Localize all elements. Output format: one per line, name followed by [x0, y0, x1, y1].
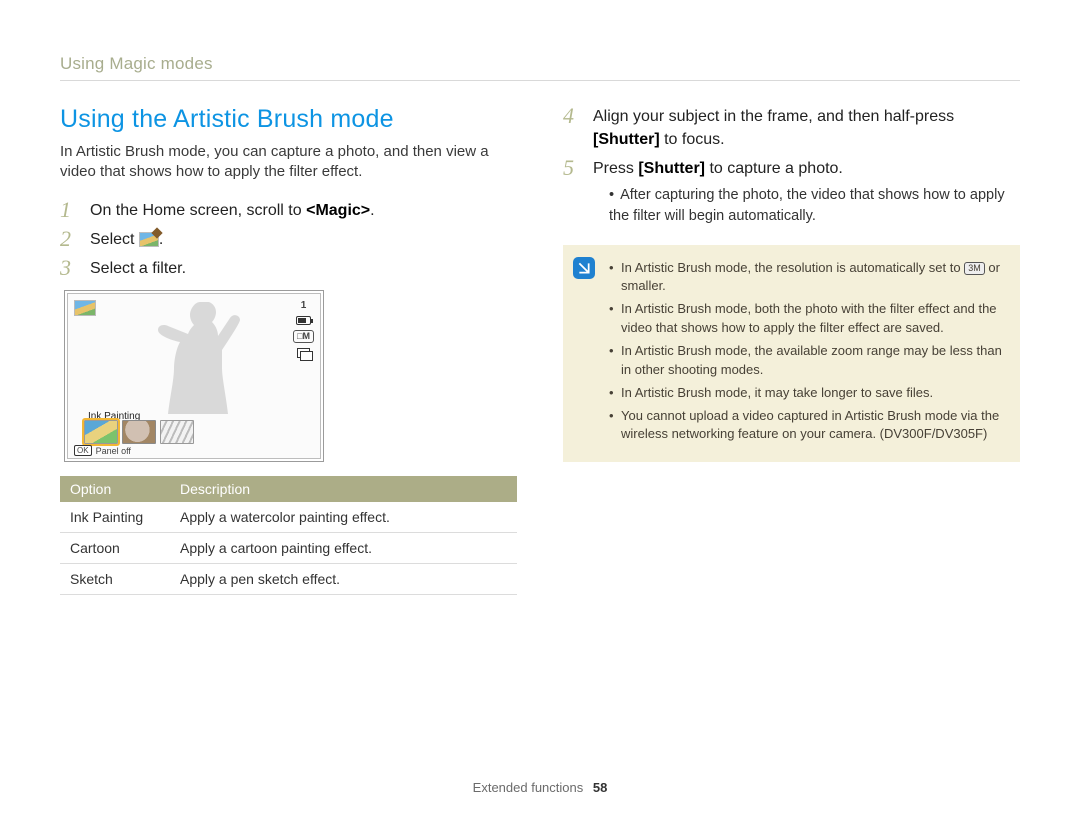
step-number: 2: [60, 228, 80, 250]
step-text: Select a filter.: [90, 257, 517, 280]
resolution-pill-icon: 3M: [964, 262, 985, 275]
text: Press: [593, 160, 638, 177]
resolution-pill-icon: □M: [293, 330, 314, 343]
th-option: Option: [60, 476, 170, 502]
step-number: 1: [60, 199, 80, 221]
step-4: 4 Align your subject in the frame, and t…: [563, 105, 1020, 151]
table-row: Sketch Apply a pen sketch effect.: [60, 564, 517, 595]
thumb-sketch[interactable]: [160, 420, 194, 444]
left-column: Using the Artistic Brush mode In Artisti…: [60, 105, 517, 595]
text: to capture a photo.: [705, 160, 843, 177]
section-title: Using the Artistic Brush mode: [60, 105, 517, 134]
ok-button-icon: OK: [74, 445, 92, 456]
step-5: 5 Press [Shutter] to capture a photo. •A…: [563, 157, 1020, 226]
text: Select: [90, 231, 139, 248]
cell-option: Cartoon: [60, 533, 170, 564]
shutter-keyword: [Shutter]: [638, 160, 705, 177]
intro-text: In Artistic Brush mode, you can capture …: [60, 142, 517, 183]
cell-desc: Apply a cartoon painting effect.: [170, 533, 517, 564]
table-row: Cartoon Apply a cartoon painting effect.: [60, 533, 517, 564]
right-steps: 4 Align your subject in the frame, and t…: [563, 105, 1020, 227]
note-text: After capturing the photo, the video tha…: [609, 187, 1005, 224]
info-note-box: In Artistic Brush mode, the resolution i…: [563, 245, 1020, 463]
info-item: In Artistic Brush mode, it may take long…: [609, 384, 1004, 403]
cell-desc: Apply a watercolor painting effect.: [170, 502, 517, 533]
info-item: In Artistic Brush mode, the resolution i…: [609, 259, 1004, 297]
step-2: 2 Select .: [60, 228, 517, 251]
step-number: 4: [563, 105, 583, 127]
text: In Artistic Brush mode, the resolution i…: [621, 260, 964, 275]
content-columns: Using the Artistic Brush mode In Artisti…: [60, 105, 1020, 595]
cell-desc: Apply a pen sketch effect.: [170, 564, 517, 595]
subject-silhouette: [138, 302, 258, 414]
info-item: You cannot upload a video captured in Ar…: [609, 407, 1004, 445]
left-steps: 1 On the Home screen, scroll to <Magic>.…: [60, 199, 517, 281]
step-text: Press [Shutter] to capture a photo. •Aft…: [593, 157, 1020, 226]
bullet: •: [609, 187, 614, 203]
thumb-cartoon[interactable]: [122, 420, 156, 444]
step-number: 5: [563, 157, 583, 179]
filter-options-table: Option Description Ink Painting Apply a …: [60, 476, 517, 595]
divider: [60, 80, 1020, 81]
th-description: Description: [170, 476, 517, 502]
page-number: 58: [593, 780, 607, 795]
drive-mode-icon: [297, 348, 310, 359]
footer-section: Extended functions: [473, 780, 584, 795]
step-1: 1 On the Home screen, scroll to <Magic>.: [60, 199, 517, 222]
panel-off-label: Panel off: [96, 446, 131, 456]
text: On the Home screen, scroll to: [90, 202, 306, 219]
battery-icon: [296, 316, 311, 325]
step-text: On the Home screen, scroll to <Magic>.: [90, 199, 517, 222]
artistic-brush-icon: [139, 232, 159, 247]
text: .: [370, 202, 374, 219]
photo-count: 1: [301, 300, 307, 311]
info-item: In Artistic Brush mode, both the photo w…: [609, 300, 1004, 338]
screen-status-icons: 1 □M: [293, 300, 314, 359]
table-row: Ink Painting Apply a watercolor painting…: [60, 502, 517, 533]
panel-off-hint: OK Panel off: [74, 445, 131, 456]
camera-screen-inner: 1 □M Ink Painting OK Panel off: [67, 293, 321, 459]
step-number: 3: [60, 257, 80, 279]
camera-screen-preview: 1 □M Ink Painting OK Panel off: [64, 290, 324, 462]
text: to focus.: [660, 131, 725, 148]
cell-option: Ink Painting: [60, 502, 170, 533]
cell-option: Sketch: [60, 564, 170, 595]
text: Align your subject in the frame, and the…: [593, 108, 954, 125]
mode-icon: [74, 300, 96, 316]
step-3: 3 Select a filter.: [60, 257, 517, 280]
step-text: Align your subject in the frame, and the…: [593, 105, 1020, 151]
note-icon: [573, 257, 595, 279]
shutter-keyword: [Shutter]: [593, 131, 660, 148]
info-list: In Artistic Brush mode, the resolution i…: [609, 259, 1004, 445]
page-footer: Extended functions 58: [0, 780, 1080, 795]
right-column: 4 Align your subject in the frame, and t…: [563, 105, 1020, 595]
breadcrumb: Using Magic modes: [60, 54, 1020, 74]
step-5-note: •After capturing the photo, the video th…: [609, 185, 1020, 227]
thumb-ink-painting[interactable]: [84, 420, 118, 444]
filter-thumbnails: [84, 420, 194, 444]
manual-page: Using Magic modes Using the Artistic Bru…: [0, 0, 1080, 815]
step-text: Select .: [90, 228, 517, 251]
magic-keyword: <Magic>: [306, 202, 370, 219]
info-item: In Artistic Brush mode, the available zo…: [609, 342, 1004, 380]
